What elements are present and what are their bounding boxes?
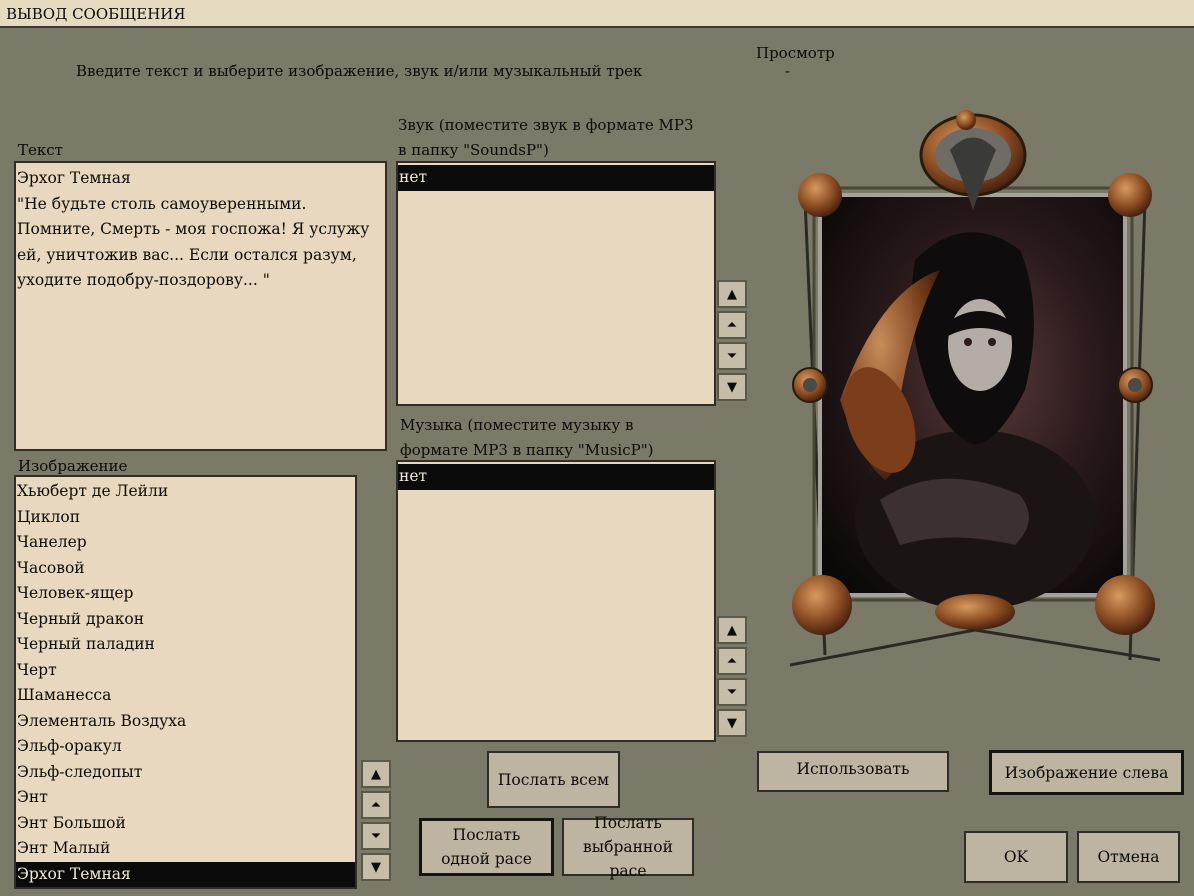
sound-label-line1: Звук (поместите звук в формате MP3: [398, 116, 694, 134]
sound-scroll-bottom-button[interactable]: ▼: [717, 373, 747, 401]
image-list-item[interactable]: Шаманесса: [16, 683, 355, 709]
music-label-line2: формате MP3 в папку "MusicP"): [400, 441, 654, 459]
image-list-item[interactable]: Энт: [16, 785, 355, 811]
preview-portrait: [789, 100, 1161, 675]
image-list-item[interactable]: Энт Большой: [16, 811, 355, 837]
music-scroll-down-button[interactable]: ⏷: [717, 678, 747, 706]
title-bar: ВЫВОД СООБЩЕНИЯ: [0, 0, 1194, 28]
image-list-item-selected[interactable]: Эрхог Темная: [16, 861, 355, 887]
send-one-race-label-line2: одной расе: [441, 850, 532, 868]
send-one-race-button[interactable]: Послать одной расе: [419, 818, 554, 876]
instruction-label: Введите текст и выберите изображение, зв…: [76, 62, 643, 80]
preview-value: -: [785, 62, 791, 80]
image-list-item[interactable]: Эльф-оракул: [16, 734, 355, 760]
image-scroll-top-button[interactable]: ▲: [361, 760, 391, 788]
message-text-area[interactable]: Эрхог Темная "Не будьте столь самоуверен…: [14, 161, 387, 451]
sound-scroll-top-button[interactable]: ▲: [717, 280, 747, 308]
text-line: Помните, Смерть - моя госпожа! Я услужу: [17, 220, 370, 238]
sound-list-item-selected[interactable]: нет: [398, 165, 714, 191]
portrait-frame-graphic: [789, 110, 1161, 667]
ok-button[interactable]: OK: [964, 831, 1068, 883]
image-list-item[interactable]: Черт: [16, 658, 355, 684]
image-list-item[interactable]: Черный паладин: [16, 632, 355, 658]
sound-label-line2: в папку "SoundsP"): [398, 141, 549, 159]
send-selected-race-label-line1: Послать: [594, 814, 662, 832]
image-scroll-down-button[interactable]: ⏷: [361, 822, 391, 850]
use-button[interactable]: Использовать: [757, 751, 949, 792]
image-scroll-up-button[interactable]: ⏶: [361, 791, 391, 819]
cancel-button-label: Отмена: [1097, 848, 1160, 866]
window-title: ВЫВОД СООБЩЕНИЯ: [6, 5, 186, 23]
image-list-item[interactable]: Энт Малый: [16, 836, 355, 862]
music-scroll-up-button[interactable]: ⏶: [717, 647, 747, 675]
image-list-item[interactable]: Черный дракон: [16, 607, 355, 633]
send-all-button[interactable]: Послать всем: [487, 751, 620, 808]
preview-label: Просмотр: [756, 44, 835, 62]
cancel-button[interactable]: Отмена: [1077, 831, 1180, 883]
music-label-line1: Музыка (поместите музыку в: [400, 416, 634, 434]
music-list-item-selected[interactable]: нет: [398, 464, 714, 490]
sound-scroll-up-button[interactable]: ⏶: [717, 311, 747, 339]
music-scroll-bottom-button[interactable]: ▼: [717, 709, 747, 737]
sound-list[interactable]: нет: [396, 161, 716, 406]
text-line: "Не будьте столь самоуверенными.: [17, 194, 307, 213]
image-list-item[interactable]: Элементаль Воздуха: [16, 709, 355, 735]
image-left-button-label: Изображение слева: [1004, 763, 1169, 782]
image-list[interactable]: Хьюберт де Лейли Циклоп Чанелер Часовой …: [14, 475, 357, 889]
music-list[interactable]: нет: [396, 460, 716, 742]
image-list-item[interactable]: Часовой: [16, 556, 355, 582]
image-scroll-bottom-button[interactable]: ▼: [361, 853, 391, 881]
text-line: Эрхог Темная: [17, 169, 131, 187]
image-list-item[interactable]: Чанелер: [16, 530, 355, 556]
send-selected-race-button[interactable]: Послать выбранной расе: [562, 814, 694, 880]
sound-scroll-down-button[interactable]: ⏷: [717, 342, 747, 370]
text-label: Текст: [18, 141, 63, 159]
send-all-label: Послать всем: [497, 770, 610, 789]
image-left-button[interactable]: Изображение слева: [989, 750, 1184, 795]
image-list-item[interactable]: Хьюберт де Лейли: [16, 479, 355, 505]
use-button-label: Использовать: [796, 760, 910, 778]
text-line: уходите подобру-поздорову... ": [17, 271, 270, 289]
image-label: Изображение: [18, 457, 128, 475]
music-scroll-top-button[interactable]: ▲: [717, 616, 747, 644]
image-list-item[interactable]: Эльф-следопыт: [16, 760, 355, 786]
image-list-item[interactable]: Человек-ящер: [16, 581, 355, 607]
text-line: ей, уничтожив вас... Если остался разум,: [17, 245, 357, 264]
image-list-item[interactable]: Циклоп: [16, 505, 355, 531]
send-selected-race-label-line2: выбранной расе: [583, 838, 673, 880]
send-one-race-label-line1: Послать: [452, 826, 521, 844]
ok-button-label: OK: [1003, 848, 1029, 866]
